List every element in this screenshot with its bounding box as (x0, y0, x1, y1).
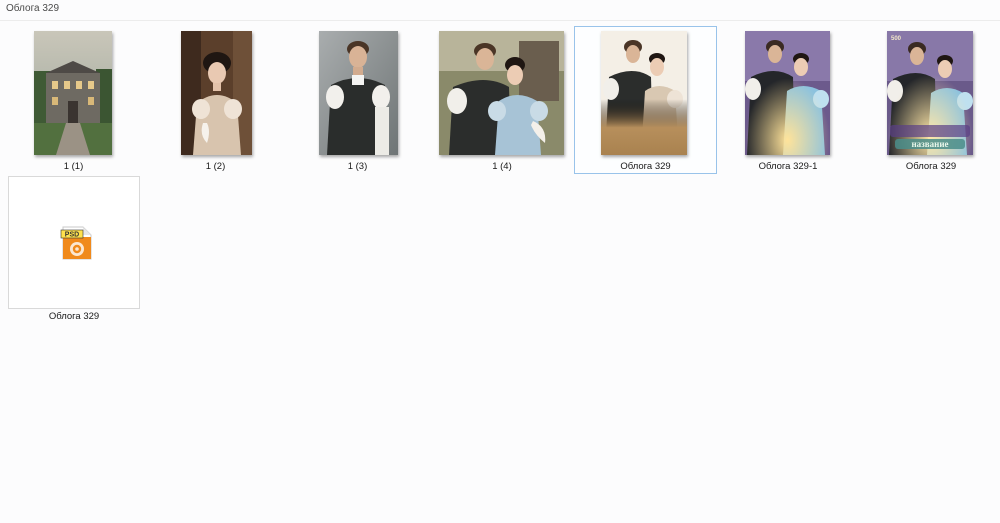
file-label: 1 (4) (492, 161, 512, 172)
thumbnail-woman-portrait (181, 31, 252, 155)
explorer-window: Облога 329 1 (1) 1 (2) 1 (3) 1 (4) Облог… (0, 0, 1000, 523)
thumbnail-couple-cover-final: название 500 (887, 31, 973, 155)
thumbnail-manor-house (34, 31, 112, 155)
thumbnail-couple-cover-draft (745, 31, 830, 155)
file-item-oblogha-329-psd[interactable]: PSD Облога 329 (8, 176, 140, 322)
file-label: 1 (3) (347, 161, 368, 172)
file-label: Облога 329 (620, 161, 671, 172)
file-item-oblogha-329-selected[interactable]: Облога 329 (574, 26, 717, 174)
cover-top-text: 500 (891, 36, 902, 42)
file-label: Облога 329 (905, 161, 957, 172)
file-label: Облога 329 (48, 311, 100, 322)
psd-badge-text: PSD (65, 231, 79, 238)
file-item-1-2[interactable]: 1 (2) (148, 26, 283, 174)
file-label: 1 (1) (63, 161, 84, 172)
thumbnail-man-portrait (319, 31, 398, 155)
file-item-1-4[interactable]: 1 (4) (432, 26, 572, 174)
file-item-oblogha-329-1[interactable]: Облога 329-1 (718, 26, 858, 174)
cover-title-text: название (911, 139, 948, 149)
file-item-1-3[interactable]: 1 (3) (290, 26, 425, 174)
thumbnail-couple-faded (601, 31, 687, 155)
psd-file-icon: PSD (59, 225, 95, 261)
folder-header: Облога 329 (0, 0, 1000, 21)
file-item-oblogha-329-cover[interactable]: название 500 Облога 329 (862, 26, 1000, 174)
file-item-1-1[interactable]: 1 (1) (6, 26, 141, 174)
file-label: 1 (2) (205, 161, 226, 172)
folder-title: Облога 329 (6, 3, 60, 14)
file-label: Облога 329-1 (758, 161, 818, 172)
thumbnail-couple (439, 31, 564, 155)
